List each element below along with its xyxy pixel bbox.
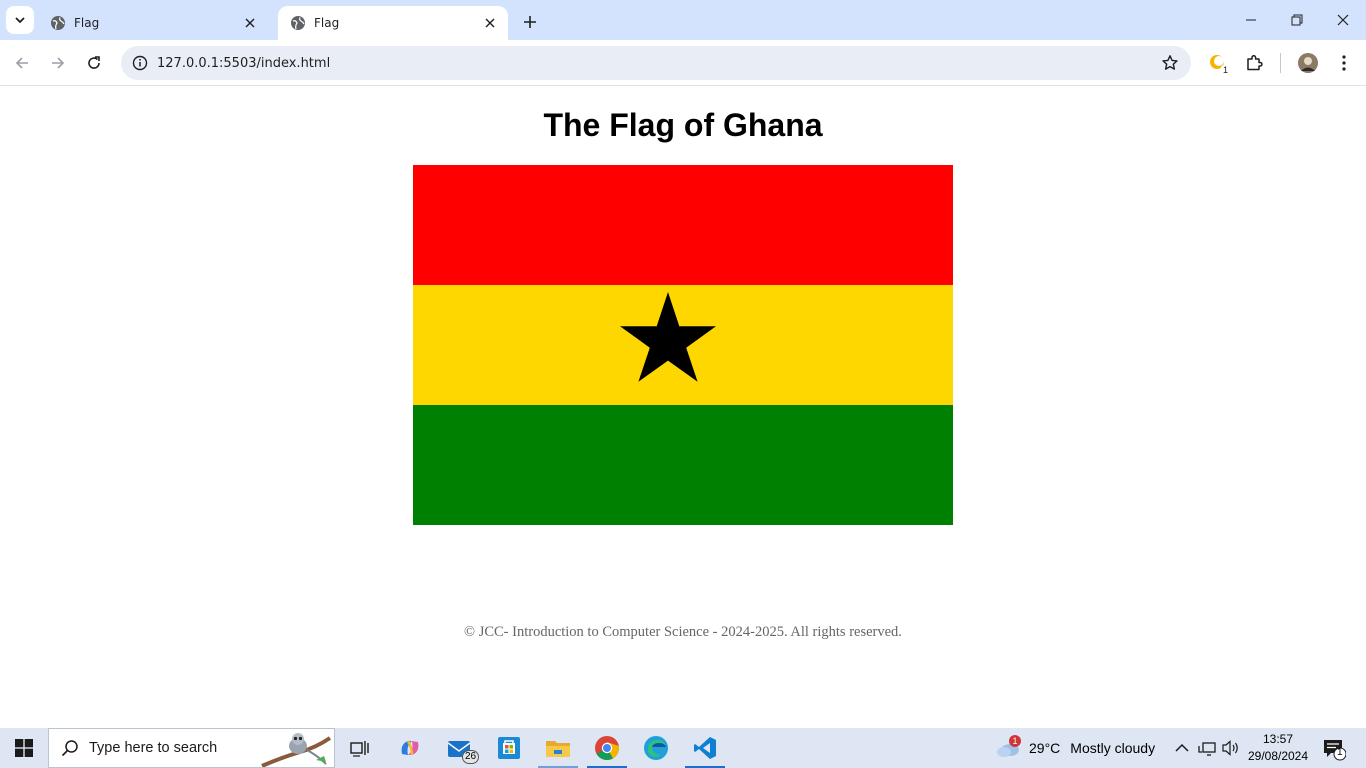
plus-icon <box>524 16 536 28</box>
globe-icon <box>291 16 305 30</box>
avatar <box>1298 53 1318 73</box>
vscode-app-button[interactable] <box>681 728 729 768</box>
edge-icon <box>644 736 668 760</box>
mail-unread-badge: 26 <box>462 750 479 764</box>
tab-strip: Flag Flag <box>0 0 1366 40</box>
forward-button[interactable] <box>44 49 72 77</box>
chrome-icon <box>595 736 620 761</box>
network-button[interactable] <box>1197 738 1217 758</box>
close-icon <box>1337 14 1349 26</box>
taskbar-search-box[interactable]: Type here to search <box>48 728 335 768</box>
extensions-button[interactable] <box>1242 51 1266 75</box>
system-clock[interactable]: 13:57 29/08/2024 <box>1240 731 1316 765</box>
chrome-app-button[interactable] <box>583 728 631 768</box>
reload-button[interactable] <box>80 49 108 77</box>
clock-date: 29/08/2024 <box>1247 749 1309 763</box>
store-icon <box>498 737 520 759</box>
vscode-icon <box>694 737 716 759</box>
extension-badge: 1 <box>1220 65 1230 75</box>
arrow-left-icon <box>15 57 28 69</box>
edge-app-button[interactable] <box>632 728 680 768</box>
copyright-footer: © JCC- Introduction to Computer Science … <box>464 624 902 640</box>
page-title: The Flag of Ghana <box>543 107 823 143</box>
chevron-down-icon <box>15 17 25 24</box>
bookmark-star-icon[interactable] <box>1161 54 1179 72</box>
close-window-button[interactable] <box>1320 0 1366 40</box>
clock-time: 13:57 <box>1262 732 1294 746</box>
copilot-button[interactable] <box>386 728 434 768</box>
tab-search-button[interactable] <box>6 6 34 34</box>
more-vertical-icon <box>1342 55 1346 71</box>
flag-red-stripe <box>413 165 953 285</box>
minimize-button[interactable] <box>1228 0 1274 40</box>
tab-title: Flag <box>314 16 340 30</box>
mail-app-button[interactable]: 26 <box>436 728 484 768</box>
back-button[interactable] <box>8 49 36 77</box>
temperature-text: 29°C <box>1029 740 1061 756</box>
search-highlight-illustration-icon <box>261 733 332 767</box>
browser-menu-button[interactable] <box>1332 51 1356 75</box>
task-view-icon <box>350 741 369 757</box>
flag-green-stripe <box>413 405 953 525</box>
weather-widget[interactable]: 1 29°C Mostly cloudy <box>995 728 1155 768</box>
file-explorer-button[interactable] <box>534 728 582 768</box>
tab-flag-2[interactable]: Flag <box>278 6 508 40</box>
web-page: The Flag of Ghana © JCC- Introduction to… <box>0 87 1366 728</box>
globe-icon <box>51 16 65 30</box>
store-app-button[interactable] <box>485 728 533 768</box>
speaker-icon <box>1222 740 1238 756</box>
start-button[interactable] <box>0 728 48 768</box>
weather-condition-text: Mostly cloudy <box>1070 740 1156 756</box>
search-icon <box>61 740 78 757</box>
toolbar-divider <box>1280 53 1281 73</box>
profile-avatar[interactable] <box>1296 51 1320 75</box>
address-bar[interactable]: 127.0.0.1:5503/index.html <box>121 46 1191 80</box>
notification-count: 1 <box>1337 747 1343 758</box>
restore-button[interactable] <box>1274 0 1320 40</box>
copilot-icon <box>401 740 419 756</box>
restore-icon <box>1291 14 1303 26</box>
volume-button[interactable] <box>1221 738 1241 758</box>
close-tab-icon[interactable] <box>482 15 498 31</box>
new-tab-button[interactable] <box>518 10 542 34</box>
search-placeholder: Type here to search <box>89 740 218 756</box>
reload-icon <box>88 56 100 69</box>
tab-flag-1[interactable]: Flag <box>38 6 268 40</box>
url-text[interactable]: 127.0.0.1:5503/index.html <box>157 56 330 71</box>
windows-taskbar: Type here to search 26 1 29°C Mostly clo… <box>0 728 1366 768</box>
arrow-right-icon <box>52 57 65 69</box>
site-info-icon[interactable] <box>125 55 155 71</box>
windows-logo-icon <box>15 739 33 757</box>
task-view-button[interactable] <box>336 728 384 768</box>
browser-toolbar: 127.0.0.1:5503/index.html 1 <box>0 40 1366 86</box>
folder-icon <box>546 741 570 757</box>
show-hidden-icons-button[interactable] <box>1172 738 1192 758</box>
chevron-up-icon <box>1175 743 1189 752</box>
network-icon <box>1198 742 1216 756</box>
tab-title: Flag <box>74 16 100 30</box>
weather-alert-badge: 1 <box>1009 735 1021 747</box>
close-tab-icon[interactable] <box>242 15 258 31</box>
minimize-icon <box>1246 19 1256 21</box>
puzzle-icon <box>1247 54 1263 71</box>
ghana-flag <box>413 165 953 525</box>
black-star-icon <box>620 292 716 382</box>
notification-center-button[interactable]: 1 <box>1322 737 1347 761</box>
extension-button[interactable]: 1 <box>1206 51 1230 75</box>
